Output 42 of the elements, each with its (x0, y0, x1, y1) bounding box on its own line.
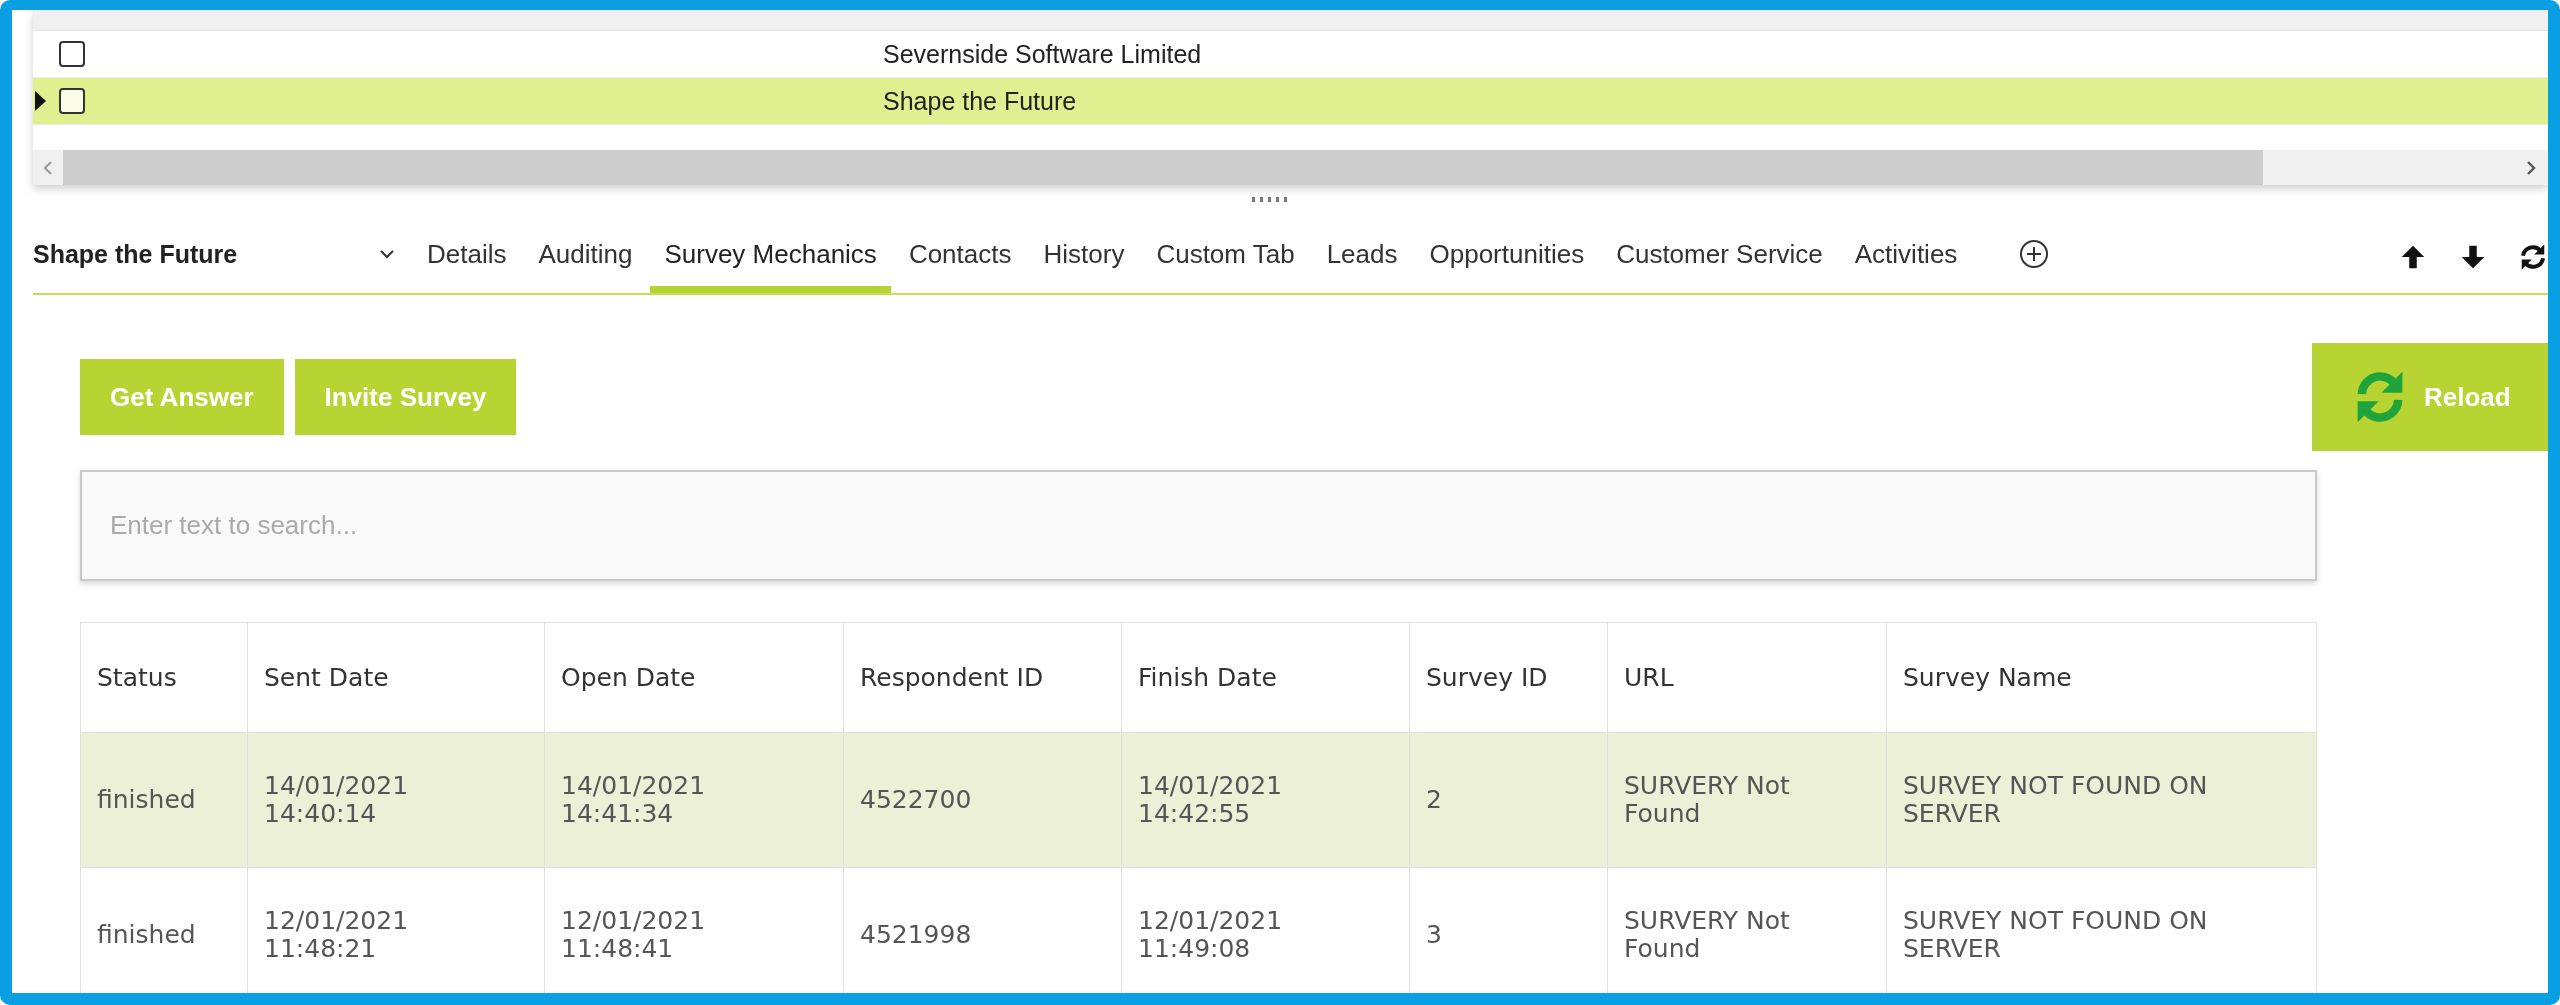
tab[interactable]: Survey Mechanics (650, 215, 891, 293)
checkbox[interactable] (59, 41, 85, 67)
selected-row[interactable]: finished 14/01/2021 14:40:14 14/01/2021 14:41:34 4522700 14/01/2021 14:42:55 2 SURVERY Not Found SURVEY NOT FOUND ON SERVER (80, 732, 2317, 868)
table-cell: SURVERY Not Found (1607, 732, 1887, 868)
table-cell: SURVEY NOT FOUND ON SERVER (1886, 732, 2317, 868)
company-name: Shape the Future (883, 86, 1077, 116)
checkbox[interactable] (59, 88, 85, 114)
add-tab-icon[interactable] (2019, 239, 2050, 269)
selected-row[interactable]: Shape the Future (33, 78, 2548, 125)
column-header[interactable]: Status (80, 622, 248, 733)
column-header[interactable]: Respondent ID (843, 622, 1122, 733)
tab[interactable]: Details (413, 215, 521, 293)
table-cell: finished (80, 867, 248, 993)
table-cell: 2 (1409, 732, 1608, 868)
table-cell: 14/01/2021 14:40:14 (247, 732, 545, 868)
splitter-grip-icon[interactable] (1252, 197, 1288, 203)
search-field[interactable]: Enter text to search... (80, 470, 2317, 581)
company-name: Severnside Software Limited (883, 39, 1202, 69)
table-cell: 4522700 (843, 732, 1122, 868)
refresh-icon[interactable] (2518, 242, 2548, 272)
column-header[interactable]: Sent Date (247, 622, 545, 733)
column-header[interactable]: URL (1607, 622, 1887, 733)
tab[interactable]: Activities (1840, 215, 1972, 293)
record-title: Shape the Future (33, 239, 239, 269)
tab[interactable]: Leads (1312, 215, 1412, 293)
table-cell: 14/01/2021 14:42:55 (1121, 732, 1410, 868)
tab[interactable]: History (1029, 215, 1139, 293)
table-cell: 14/01/2021 14:41:34 (544, 732, 844, 868)
row-pointer-icon (35, 91, 46, 111)
chevron-down-icon[interactable] (379, 249, 395, 259)
tab[interactable]: Customer Service (1602, 215, 1837, 293)
tab[interactable]: Contacts (894, 215, 1026, 293)
column-header[interactable]: Open Date (544, 622, 844, 733)
horizontal-scrollbar[interactable] (33, 150, 2548, 185)
column-header[interactable]: Survey ID (1409, 622, 1608, 733)
column-header[interactable]: Survey Name (1886, 622, 2317, 733)
tab[interactable]: Custom Tab (1142, 215, 1309, 293)
tab[interactable]: Opportunities (1415, 215, 1599, 293)
tab[interactable]: Auditing (524, 215, 647, 293)
scroll-right-icon[interactable] (2526, 159, 2536, 176)
table-cell: finished (80, 732, 248, 868)
column-header[interactable]: Finish Date (1121, 622, 1410, 733)
